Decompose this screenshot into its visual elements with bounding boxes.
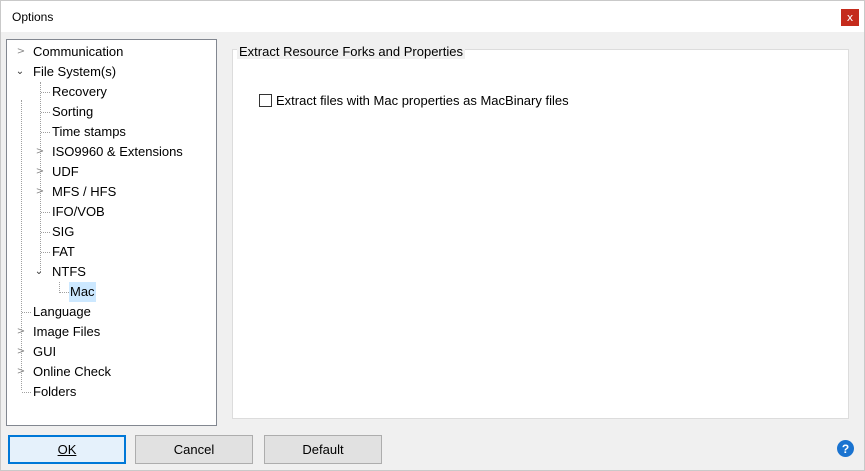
tree-item-label: Folders [33,384,77,399]
macbinary-checkbox[interactable] [259,94,272,107]
tree-item-label: Communication [33,44,124,59]
tree-item-label: IFO/VOB [52,204,105,219]
chevron-down-icon[interactable]: ⌄ [34,262,44,282]
tree-item-time-stamps[interactable]: Time stamps [7,122,216,142]
chevron-right-icon[interactable]: > [35,162,45,182]
tree-item-label: Language [33,304,91,319]
chevron-right-icon[interactable]: > [16,342,26,362]
tree-item-label: FAT [52,244,75,259]
macbinary-option[interactable]: Extract files with Mac properties as Mac… [259,93,569,108]
cancel-button-label: Cancel [173,442,215,457]
tree-item-label: Recovery [52,84,107,99]
tree-item-label: Time stamps [52,124,126,139]
tree-item-fat[interactable]: FAT [7,242,216,262]
tree-item-label: Image Files [33,324,101,339]
tree-item-image-files[interactable]: > Image Files [7,322,216,342]
tree-item-communication[interactable]: > Communication [7,42,216,62]
tree-item-folders[interactable]: Folders [7,382,216,402]
settings-group-box: Extract files with Mac properties as Mac… [232,49,849,419]
tree-item-ifo-vob[interactable]: IFO/VOB [7,202,216,222]
tree-item-label: Mac [69,282,96,302]
tree-item-online-check[interactable]: > Online Check [7,362,216,382]
tree-item-mfs-hfs[interactable]: > MFS / HFS [7,182,216,202]
chevron-right-icon[interactable]: > [16,362,26,382]
tree-item-recovery[interactable]: Recovery [7,82,216,102]
options-dialog: Options x > Communication ⌄ File System(… [0,0,865,471]
default-button-label: Default [302,442,344,457]
tree-item-sorting[interactable]: Sorting [7,102,216,122]
tree-item-label: ISO9960 & Extensions [52,144,183,159]
ok-button[interactable]: OK [8,435,126,464]
chevron-right-icon[interactable]: > [35,182,45,202]
title-bar: Options x [1,1,864,32]
options-tree: > Communication ⌄ File System(s) Recover… [6,39,217,426]
tree-item-label: Sorting [52,104,94,119]
help-icon[interactable]: ? [837,440,854,457]
chevron-right-icon[interactable]: > [16,42,26,62]
ok-button-label: OK [57,442,77,457]
chevron-right-icon[interactable]: > [16,322,26,342]
chevron-right-icon[interactable]: > [35,142,45,162]
group-title: Extract Resource Forks and Properties [237,44,465,59]
tree-item-udf[interactable]: > UDF [7,162,216,182]
tree-item-label: SIG [52,224,75,239]
tree-item-gui[interactable]: > GUI [7,342,216,362]
macbinary-checkbox-label: Extract files with Mac properties as Mac… [276,93,569,108]
tree-item-ntfs[interactable]: ⌄ NTFS [7,262,216,282]
tree-item-file-systems[interactable]: ⌄ File System(s) [7,62,216,82]
tree-item-label: NTFS [52,264,86,279]
window-title: Options [12,10,54,24]
tree-item-language[interactable]: Language [7,302,216,322]
tree-item-label: MFS / HFS [52,184,117,199]
default-button[interactable]: Default [264,435,382,464]
cancel-button[interactable]: Cancel [135,435,253,464]
chevron-down-icon[interactable]: ⌄ [15,62,25,82]
close-button[interactable]: x [841,9,859,26]
settings-panel: Extract files with Mac properties as Mac… [223,37,857,426]
tree-item-mac[interactable]: Mac [7,282,216,302]
tree-item-iso9960[interactable]: > ISO9960 & Extensions [7,142,216,162]
tree-item-sig[interactable]: SIG [7,222,216,242]
tree-item-label: UDF [52,164,79,179]
tree-item-label: Online Check [33,364,112,379]
tree-item-label: File System(s) [33,64,117,79]
tree-item-label: GUI [33,344,57,359]
